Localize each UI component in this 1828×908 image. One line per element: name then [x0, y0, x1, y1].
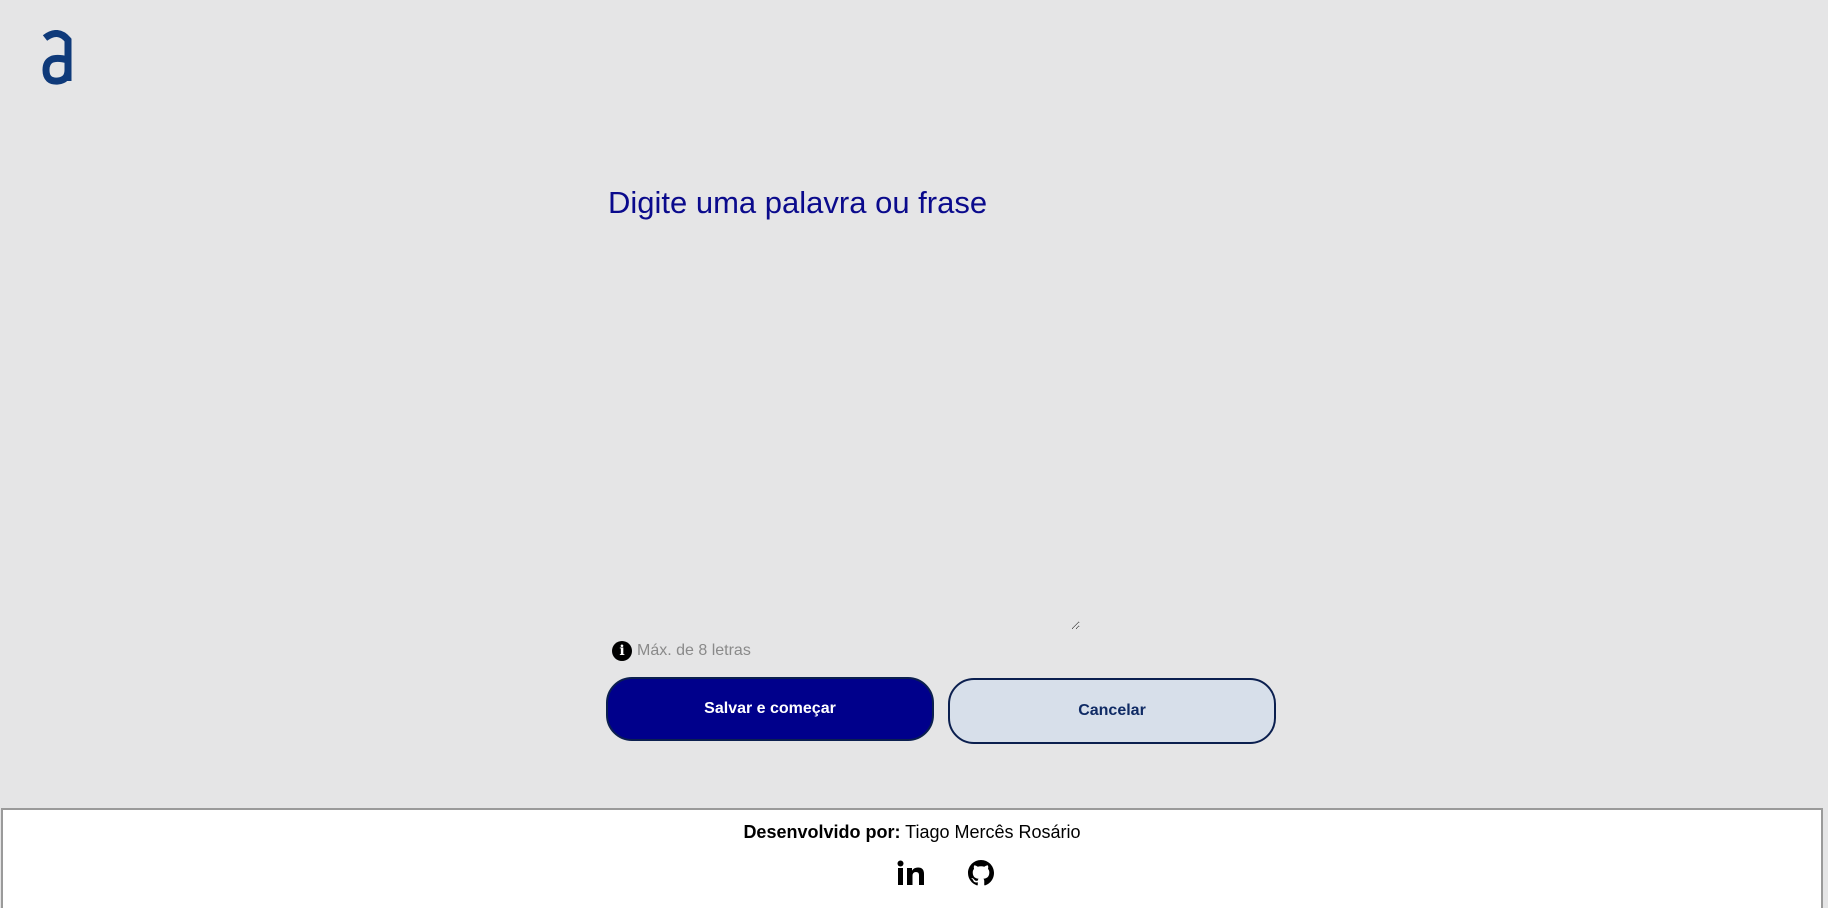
github-link[interactable] [968, 860, 994, 886]
footer: Desenvolvido por: Tiago Mercês Rosário [1, 808, 1823, 908]
hint-text: Máx. de 8 letras [637, 642, 751, 659]
info-icon: i [612, 641, 632, 661]
page-title: Digite uma palavra ou frase [608, 185, 988, 220]
developer-credit: Desenvolvido por: Tiago Mercês Rosário [3, 822, 1821, 843]
input-hint: i Máx. de 8 letras [612, 641, 751, 661]
credit-label: Desenvolvido por: [743, 822, 901, 842]
linkedin-link[interactable] [897, 860, 925, 886]
word-input[interactable] [606, 250, 1080, 630]
github-icon [968, 860, 994, 886]
linkedin-icon [897, 860, 925, 886]
developer-name: Tiago Mercês Rosário [905, 822, 1081, 842]
logo-icon[interactable] [38, 30, 78, 86]
save-and-start-button[interactable]: Salvar e começar [606, 677, 934, 741]
cancel-button[interactable]: Cancelar [948, 678, 1276, 744]
